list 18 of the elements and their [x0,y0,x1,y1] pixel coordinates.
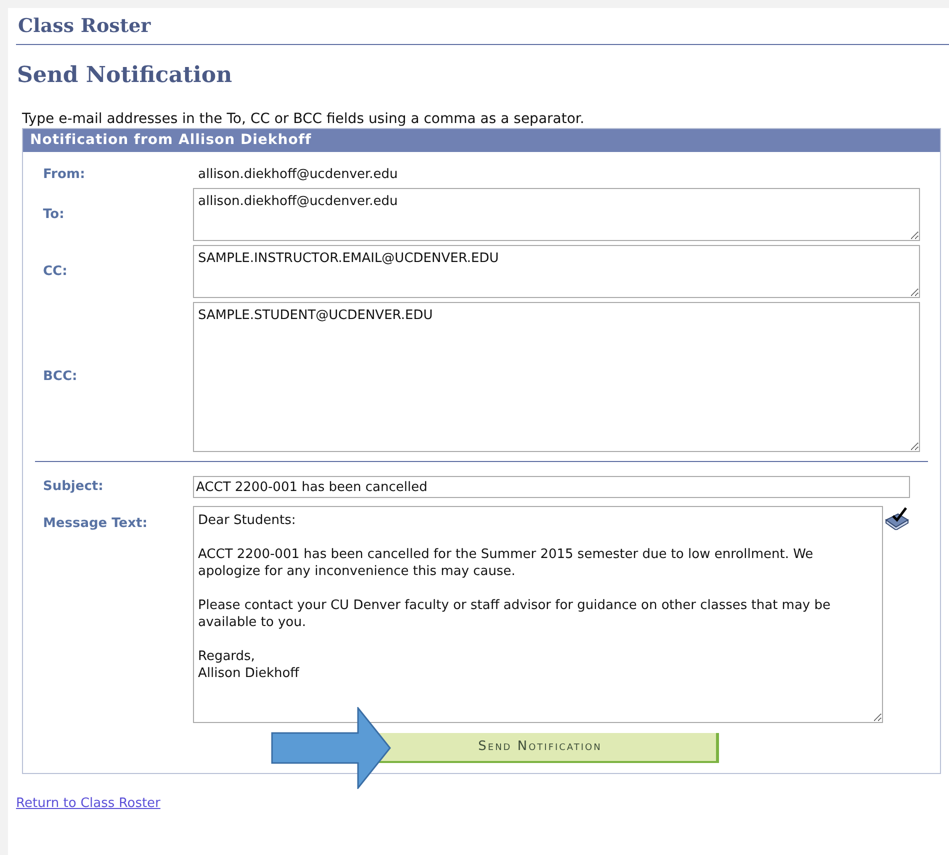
subject-label: Subject: [43,478,104,496]
return-link[interactable]: Return to Class Roster [16,794,160,814]
spellcheck-icon[interactable] [884,506,910,530]
recipient-field[interactable]: allison.diekhoff@ucdenver.edu [193,188,920,241]
from-value: allison.diekhoff@ucdenver.edu [198,166,398,184]
recipient-field[interactable]: SAMPLE.STUDENT@UCDENVER.EDU [193,302,920,452]
instructions-text: Type e-mail addresses in the To, CC or BCC fields using a comma as a separator. [22,110,586,128]
panel-header: Notification from Allison Diekhoff [23,128,940,152]
message-field[interactable]: Dear Students: ACCT 2200-001 has been cancelled for the Summer 2015 semester due to low enrollment. We apologize for any inconvenience this may cause. Please contact your CU Denver faculty or staff advisor for guidance on other classes that may be available to you. Regards, Allison Diekhoff [193,506,883,723]
message-label: Message Text: [43,515,148,533]
subject-field[interactable]: ACCT 2200-001 has been cancelled [193,476,910,498]
page-title: Send Notification [17,60,234,90]
recipient-label: BCC: [43,368,78,386]
recipient-label: CC: [43,262,68,281]
page-breadcrumb: Class Roster [16,8,949,44]
recipient-field[interactable]: SAMPLE.INSTRUCTOR.EMAIL@UCDENVER.EDU [193,245,920,298]
recipient-label: To: [43,206,66,224]
from-label: From: [43,166,86,184]
